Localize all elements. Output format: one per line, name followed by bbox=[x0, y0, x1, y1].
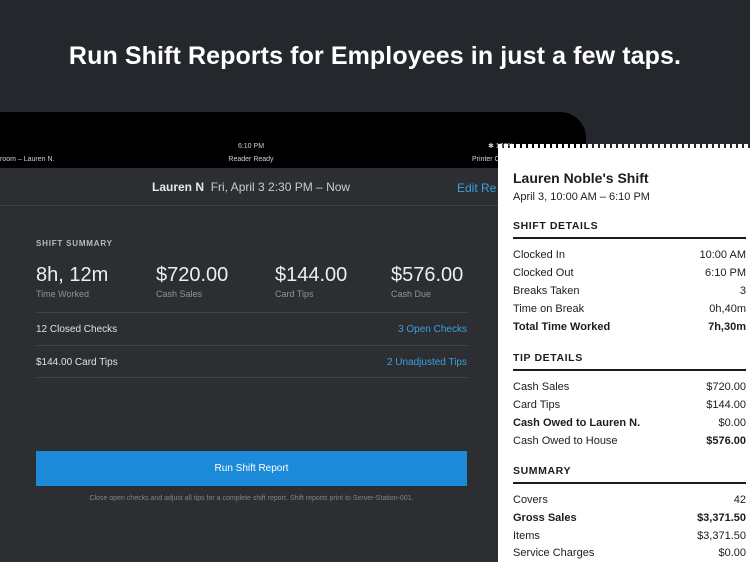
shift-receipt: Lauren Noble's Shift April 3, 10:00 AM –… bbox=[498, 144, 750, 562]
shift-report-note: Close open checks and adjust all tips fo… bbox=[89, 495, 414, 502]
status-time: 6:10 PM bbox=[237, 143, 265, 150]
receipt-line: Items $3,371.50 bbox=[513, 530, 746, 546]
stat-cash-sales: $720.00 Cash Sales bbox=[156, 264, 228, 299]
receipt-torn-edge bbox=[498, 144, 750, 149]
line-key: Clocked In bbox=[513, 249, 565, 261]
stat-value: $144.00 bbox=[275, 264, 348, 286]
line-value: $0.00 bbox=[718, 417, 746, 429]
line-key: Covers bbox=[513, 494, 548, 506]
stat-value: 8h, 12m bbox=[36, 264, 109, 286]
line-key: Items bbox=[513, 530, 540, 542]
line-value: 10:00 AM bbox=[699, 249, 746, 261]
line-value: $3,371.50 bbox=[697, 512, 746, 524]
receipt-line: Cash Owed to House $576.00 bbox=[513, 435, 746, 451]
line-key: Cash Owed to House bbox=[513, 435, 618, 447]
stat-label: Cash Due bbox=[391, 289, 432, 299]
summary-heading: SUMMARY bbox=[513, 465, 746, 484]
stat-time-worked: 8h, 12m Time Worked bbox=[36, 264, 108, 299]
nav-title: Lauren N Fri, April 3 2:30 PM – Now bbox=[152, 180, 350, 194]
edit-button[interactable]: Edit Re bbox=[457, 181, 496, 195]
receipt-line: Cash Sales $720.00 bbox=[513, 381, 746, 397]
receipt-line: Service Charges $0.00 bbox=[513, 547, 746, 562]
tip-details-heading: TIP DETAILS bbox=[513, 352, 746, 371]
line-key: Service Charges bbox=[513, 547, 595, 559]
line-value: $3,371.50 bbox=[697, 530, 746, 542]
line-key: Cash Sales bbox=[513, 381, 570, 393]
line-value: 3 bbox=[739, 285, 746, 297]
line-key: Time on Break bbox=[513, 303, 585, 315]
receipt-line: Card Tips $144.00 bbox=[513, 399, 746, 415]
marketing-headline: Run Shift Reports for Employees in just … bbox=[68, 42, 682, 70]
stat-label: Time Worked bbox=[36, 289, 90, 299]
stat-value: $720.00 bbox=[156, 264, 229, 286]
line-key: Total Time Worked bbox=[513, 321, 611, 333]
checks-row: 12 Closed Checks 3 Open Checks bbox=[36, 312, 467, 345]
stat-label: Card Tips bbox=[275, 289, 314, 299]
unadjusted-tips-link[interactable]: 2 Unadjusted Tips bbox=[387, 357, 467, 368]
status-reader: Reader Ready bbox=[228, 156, 274, 163]
line-value: 42 bbox=[733, 494, 746, 506]
line-key: Clocked Out bbox=[513, 267, 574, 279]
line-value: $144.00 bbox=[706, 399, 746, 411]
stat-label: Cash Sales bbox=[156, 289, 203, 299]
closed-checks-label: 12 Closed Checks bbox=[36, 324, 118, 335]
line-key: Card Tips bbox=[513, 399, 561, 411]
run-shift-report-button[interactable]: Run Shift Report bbox=[36, 451, 467, 486]
shift-summary-label: SHIFT SUMMARY bbox=[36, 239, 113, 248]
line-value: 6:10 PM bbox=[705, 267, 746, 279]
line-key: Cash Owed to Lauren N. bbox=[513, 417, 641, 429]
line-value: 0h,40m bbox=[709, 303, 746, 315]
line-key: Gross Sales bbox=[513, 512, 577, 524]
stat-cash-due: $576.00 Cash Due bbox=[391, 264, 463, 299]
line-value: $576.00 bbox=[706, 435, 746, 447]
status-printer: Printer C bbox=[472, 156, 500, 163]
receipt-line: Time on Break 0h,40m bbox=[513, 303, 746, 319]
line-value: $0.00 bbox=[718, 547, 746, 559]
open-checks-link[interactable]: 3 Open Checks bbox=[398, 324, 467, 335]
stat-value: $576.00 bbox=[391, 264, 464, 286]
employee-name: Lauren N bbox=[152, 180, 205, 194]
receipt-line: Covers 42 bbox=[513, 494, 746, 510]
receipt-line: Clocked Out 6:10 PM bbox=[513, 267, 746, 283]
line-value: 7h,30m bbox=[708, 321, 746, 333]
shift-date-range: Fri, April 3 2:30 PM – Now bbox=[210, 180, 351, 194]
receipt-line-total: Total Time Worked 7h,30m bbox=[513, 321, 746, 337]
receipt-subtitle: April 3, 10:00 AM – 6:10 PM bbox=[513, 191, 650, 203]
tips-row: $144.00 Card Tips 2 Unadjusted Tips bbox=[36, 345, 467, 378]
receipt-line: Breaks Taken 3 bbox=[513, 285, 746, 301]
receipt-line: Cash Owed to Lauren N. $0.00 bbox=[513, 417, 746, 433]
shift-details-heading: SHIFT DETAILS bbox=[513, 220, 746, 239]
stat-card-tips: $144.00 Card Tips bbox=[275, 264, 347, 299]
receipt-line: Gross Sales $3,371.50 bbox=[513, 512, 746, 528]
receipt-title: Lauren Noble's Shift bbox=[513, 170, 649, 186]
line-value: $720.00 bbox=[706, 381, 746, 393]
receipt-line: Clocked In 10:00 AM bbox=[513, 249, 746, 265]
line-key: Breaks Taken bbox=[513, 285, 580, 297]
card-tips-label: $144.00 Card Tips bbox=[36, 357, 118, 368]
